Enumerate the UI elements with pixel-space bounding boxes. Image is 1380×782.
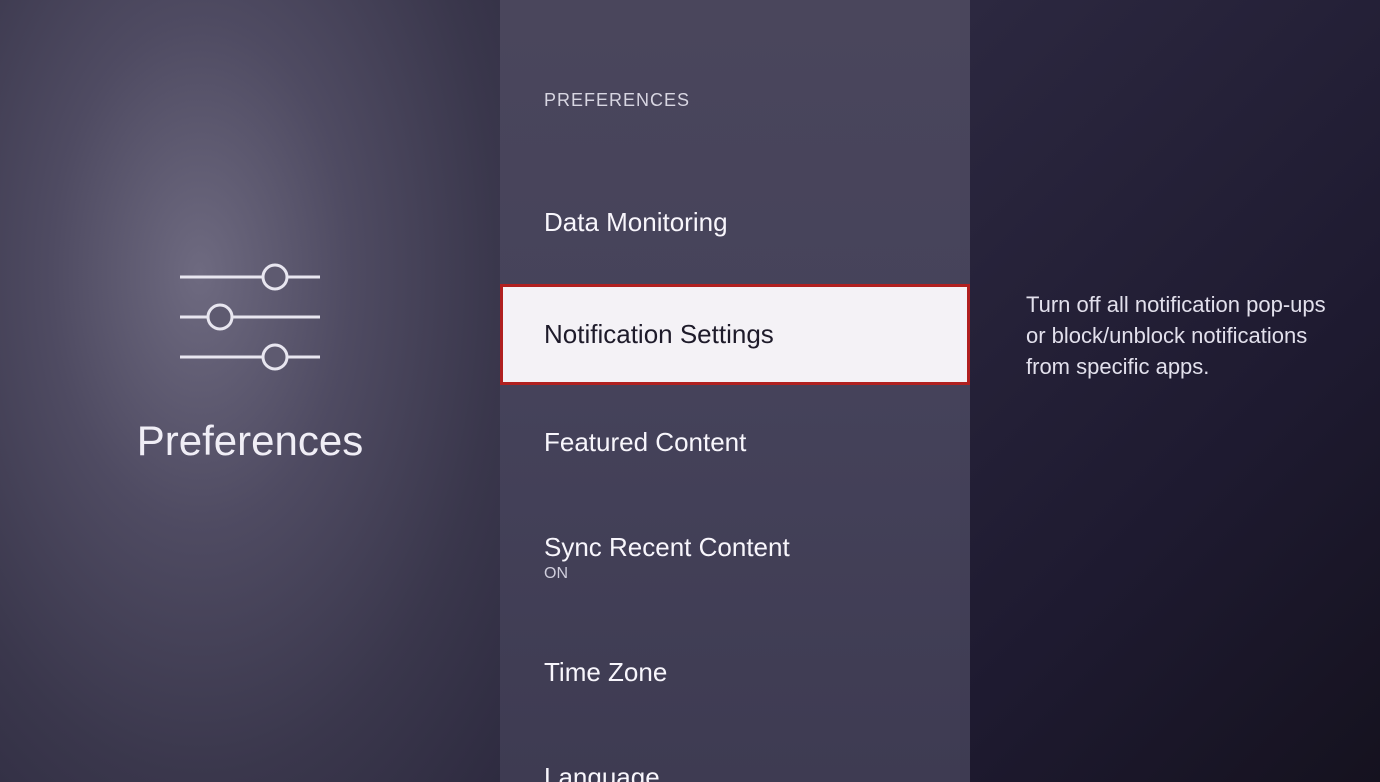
menu-item-sync-recent-content[interactable]: Sync Recent Content ON	[500, 504, 970, 611]
left-panel: Preferences	[0, 0, 500, 782]
menu-item-featured-content[interactable]: Featured Content	[500, 399, 970, 486]
menu-item-label: Featured Content	[544, 427, 746, 457]
menu-item-sublabel: ON	[544, 565, 926, 583]
menu-item-label: Sync Recent Content	[544, 532, 790, 562]
menu-item-label: Time Zone	[544, 657, 667, 687]
menu-item-data-monitoring[interactable]: Data Monitoring	[500, 179, 970, 266]
item-description: Turn off all notification pop-ups or blo…	[1026, 290, 1330, 382]
menu-item-label: Notification Settings	[544, 319, 774, 349]
menu-panel: PREFERENCES Data Monitoring Notification…	[500, 0, 970, 782]
menu-item-time-zone[interactable]: Time Zone	[500, 629, 970, 716]
sliders-icon	[175, 257, 325, 377]
menu-item-notification-settings[interactable]: Notification Settings	[500, 284, 970, 385]
left-panel-title: Preferences	[137, 417, 363, 465]
menu-item-label: Language	[544, 762, 660, 782]
detail-panel: Turn off all notification pop-ups or blo…	[970, 0, 1380, 782]
menu-item-language[interactable]: Language	[500, 734, 970, 782]
menu-item-label: Data Monitoring	[544, 207, 728, 237]
section-header: PREFERENCES	[500, 90, 970, 111]
